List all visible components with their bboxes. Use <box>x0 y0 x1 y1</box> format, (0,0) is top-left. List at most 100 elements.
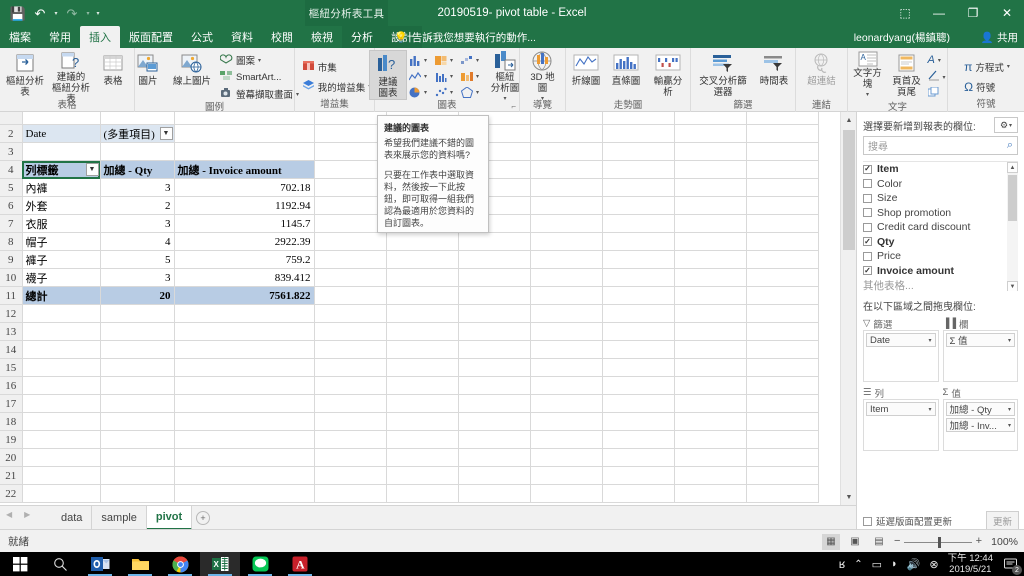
checkbox-icon[interactable] <box>863 208 872 218</box>
pill-dropdown-icon[interactable]: ▾ <box>928 406 931 413</box>
pivot-item-label[interactable]: 衣服 <box>22 214 101 233</box>
field-scroll-thumb[interactable] <box>1008 175 1017 221</box>
tab-file[interactable]: 檔案 <box>0 26 40 48</box>
tab-formulas[interactable]: 公式 <box>182 26 222 48</box>
pivot-qty-value[interactable]: 3 <box>100 178 175 197</box>
hyperlink-button[interactable]: 超連結 <box>799 50 845 100</box>
row-header-22[interactable]: 22 <box>0 484 23 503</box>
row-header-8[interactable]: 8 <box>0 232 23 251</box>
row-header-20[interactable]: 20 <box>0 448 23 467</box>
line-sparkline-button[interactable]: 折線圖 <box>566 50 606 100</box>
row-header-10[interactable]: 10 <box>0 268 23 287</box>
filter-dropdown-icon[interactable]: ▼ <box>159 127 173 140</box>
volume-icon[interactable]: 🔊 <box>907 558 921 571</box>
column-chart-button[interactable]: ▾ <box>407 52 433 68</box>
recommended-charts-button[interactable]: ? 建議 圖表 <box>369 50 407 100</box>
sheet-tab-data[interactable]: data <box>52 506 93 530</box>
page-break-view-icon[interactable]: ▤ <box>870 534 888 550</box>
area-pill-sum-invoice[interactable]: 加總 - Inv... ▾ <box>945 418 1015 432</box>
win-loss-sparkline-button[interactable]: 輸贏分析 <box>646 50 690 100</box>
chevron-down-icon[interactable]: ▾ <box>1009 122 1012 129</box>
shapes-button[interactable]: 圖案 ▾ <box>218 52 301 68</box>
pivot-qty-value[interactable]: 5 <box>100 250 175 269</box>
field-item-shop-promotion[interactable]: Shop promotion <box>863 206 1018 221</box>
vertical-scroll-thumb[interactable] <box>843 130 855 250</box>
row-header-21[interactable]: 21 <box>0 466 23 485</box>
zoom-slider[interactable]: − + <box>894 534 982 550</box>
store-button[interactable]: 市集 <box>300 57 374 76</box>
pivot-qty-value[interactable]: 4 <box>100 232 175 251</box>
area-filters-body[interactable]: Date ▾ <box>863 330 939 382</box>
row-header-4[interactable]: 4 <box>0 160 23 179</box>
normal-view-icon[interactable]: ▦ <box>822 533 840 550</box>
sheet-nav-previous-icon[interactable]: ◀ <box>6 510 12 519</box>
charts-dialog-launcher-icon[interactable]: ⌐ <box>511 102 516 111</box>
pie-chart-button[interactable]: ▾ <box>407 84 433 100</box>
row-header-7[interactable]: 7 <box>0 214 23 233</box>
excel-taskbar-icon[interactable]: X <box>200 552 240 576</box>
row-header-6[interactable]: 6 <box>0 196 23 215</box>
header-footer-button[interactable]: 頁首及 頁尾 <box>888 50 926 100</box>
pivot-qty-value[interactable]: 3 <box>100 268 175 287</box>
row-header-19[interactable]: 19 <box>0 430 23 449</box>
pill-dropdown-icon[interactable]: ▾ <box>1008 406 1011 413</box>
text-box-dropdown-icon[interactable]: ▾ <box>866 90 869 101</box>
zoom-knob[interactable] <box>938 536 941 548</box>
tab-insert[interactable]: 插入 <box>80 26 120 48</box>
tab-data[interactable]: 資料 <box>222 26 262 48</box>
scatter-chart-dropdown-icon[interactable]: ▾ <box>450 89 453 96</box>
sheet-tab-pivot[interactable]: pivot <box>146 506 193 530</box>
checkbox-icon[interactable] <box>863 193 872 203</box>
battery-icon[interactable]: ▭ <box>872 558 882 571</box>
signature-line-button[interactable]: ▾ <box>926 69 948 85</box>
restore-icon[interactable]: ❐ <box>956 0 990 26</box>
row-header-15[interactable]: 15 <box>0 358 23 377</box>
tab-view[interactable]: 檢視 <box>302 26 342 48</box>
area-pill-item[interactable]: Item ▾ <box>866 402 936 416</box>
redo-dropdown-icon[interactable]: ▾ <box>84 10 92 17</box>
undo-icon[interactable]: ↶ <box>30 3 50 23</box>
row-header-16[interactable]: 16 <box>0 376 23 395</box>
tab-analyze[interactable]: 分析 <box>342 26 382 48</box>
row-header-3[interactable]: 3 <box>0 142 23 161</box>
pivot-amount-value[interactable]: 1145.7 <box>174 214 315 233</box>
tell-me-search[interactable]: 💡 告訴我您想要執行的動作... <box>394 26 536 48</box>
pivot-grand-total-label[interactable]: 總計 <box>22 286 101 305</box>
chrome-taskbar-icon[interactable] <box>160 552 200 576</box>
row-header-18[interactable]: 18 <box>0 412 23 431</box>
tab-review[interactable]: 校閱 <box>262 26 302 48</box>
equation-dropdown-icon[interactable]: ▾ <box>1007 63 1010 70</box>
field-scroll-up-icon[interactable]: ▲ <box>1007 162 1018 173</box>
acrobat-taskbar-icon[interactable]: A <box>280 552 320 576</box>
sheet-nav-arrows[interactable]: ◀ ▶ <box>6 510 30 519</box>
pivot-amount-value[interactable]: 1192.94 <box>174 196 315 215</box>
field-item-price[interactable]: Price <box>863 249 1018 264</box>
bar-chart-dropdown-icon[interactable]: ▾ <box>450 73 453 80</box>
row-header-14[interactable]: 14 <box>0 340 23 359</box>
waterfall-chart-button[interactable]: ▾ <box>459 52 485 68</box>
page-layout-view-icon[interactable]: ▣ <box>846 534 864 550</box>
column-sparkline-button[interactable]: 直條圖 <box>606 50 646 100</box>
row-header-11[interactable]: 11 <box>0 286 23 305</box>
checkbox-icon[interactable] <box>863 222 872 232</box>
field-item-qty[interactable]: ✓ Qty <box>863 235 1018 250</box>
field-item-size[interactable]: Size <box>863 191 1018 206</box>
customize-qat-icon[interactable]: ▾ <box>94 10 102 17</box>
equation-button[interactable]: π 方程式 ▾ <box>962 57 1012 76</box>
field-item-invoice-amount[interactable]: ✓ Invoice amount <box>863 264 1018 279</box>
outlook-taskbar-icon[interactable] <box>80 552 120 576</box>
close-icon[interactable]: ✕ <box>990 0 1024 26</box>
defer-layout-update-checkbox[interactable]: 延遲版面配置更新 <box>863 514 952 528</box>
pill-dropdown-icon[interactable]: ▾ <box>928 337 931 344</box>
tab-home[interactable]: 常用 <box>40 26 80 48</box>
checkbox-checked-icon[interactable]: ✓ <box>863 164 872 174</box>
tab-page-layout[interactable]: 版面配置 <box>120 26 182 48</box>
zoom-out-icon[interactable]: − <box>894 535 900 547</box>
map-chart-button[interactable]: ▾ <box>459 68 485 84</box>
onedrive-error-icon[interactable]: ⊗ <box>929 558 938 571</box>
row-header-2[interactable]: 2 <box>0 124 23 143</box>
scatter-chart-button[interactable]: ▾ <box>433 84 459 100</box>
sheet-tab-sample[interactable]: sample <box>92 506 147 530</box>
field-item-credit-card-discount[interactable]: Credit card discount <box>863 220 1018 235</box>
update-button[interactable]: 更新 <box>985 511 1019 531</box>
